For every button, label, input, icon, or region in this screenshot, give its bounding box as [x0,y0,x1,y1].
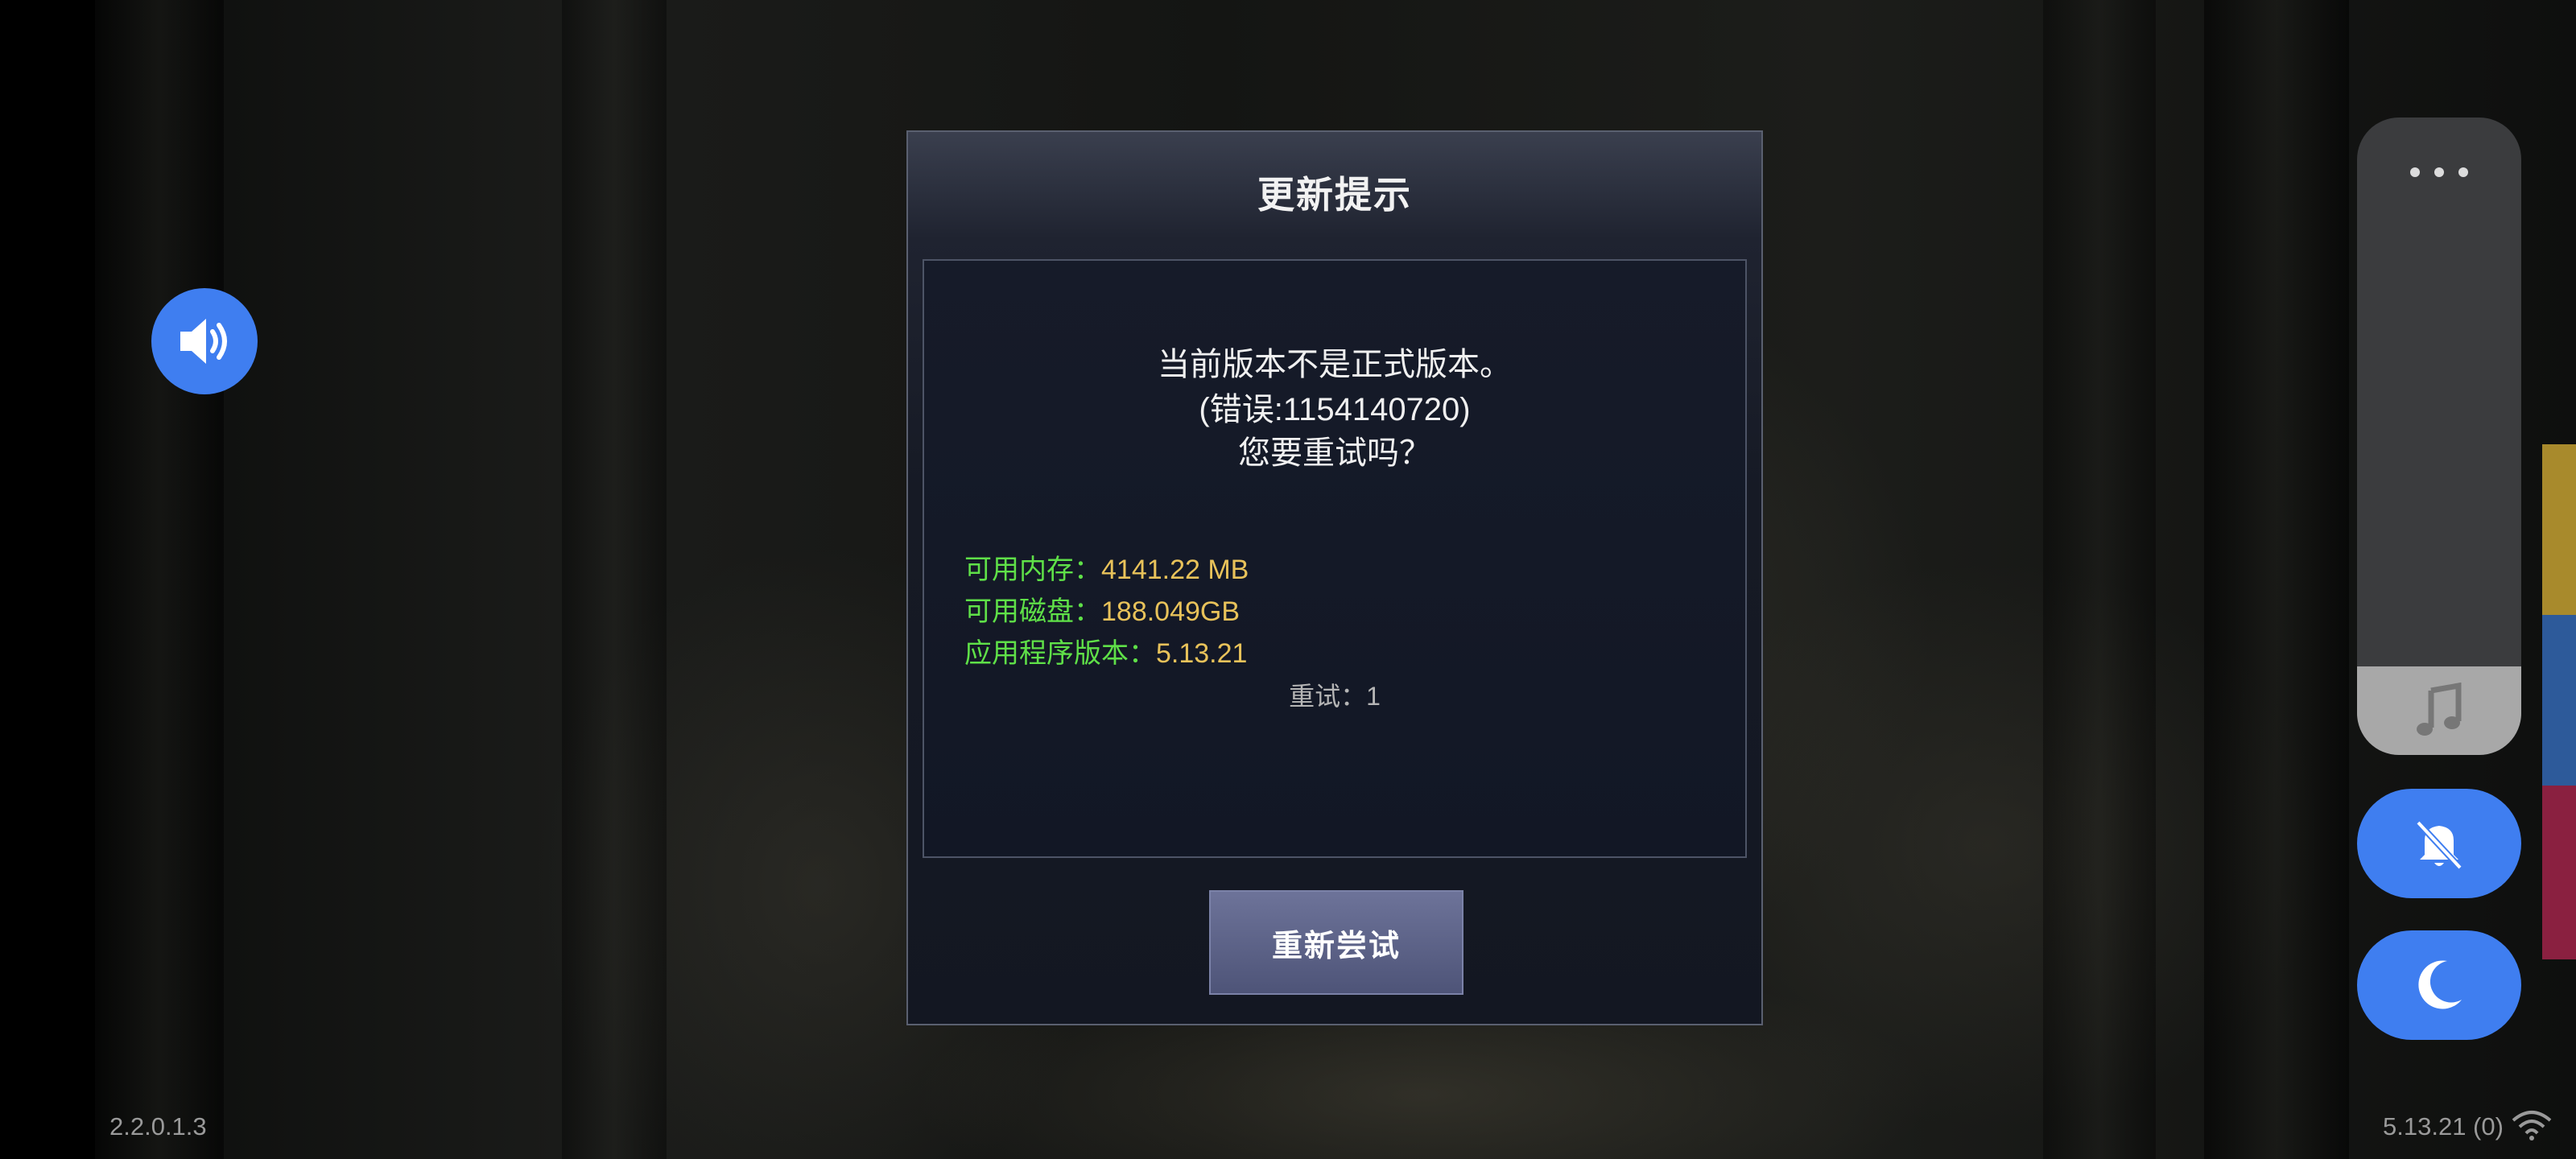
game-screen: 更新提示 当前版本不是正式版本。 (错误:1154140720) 您要重试吗？ … [0,0,2576,1159]
more-icon[interactable] [2410,164,2468,180]
mute-bell-icon [2416,820,2462,870]
retry-button[interactable]: 重新尝试 [1209,890,1463,995]
sound-toggle-button[interactable] [151,288,258,394]
update-prompt-dialog: 更新提示 当前版本不是正式版本。 (错误:1154140720) 您要重试吗？ … [906,130,1763,1025]
music-note-icon [2417,683,2462,736]
error-code: (错误:1154140720) [1199,392,1471,427]
retry-question: 您要重试吗？ [1238,435,1431,471]
moon-icon [2418,960,2462,1009]
info-value: 188.049GB [1101,596,1241,627]
music-section[interactable] [2357,666,2521,755]
info-label: 可用磁盘： [964,596,1101,627]
color-strip [2542,444,2576,959]
floating-side-panel [2357,118,2521,755]
available-memory: 可用内存：4141.22 MB [964,547,1249,587]
info-value: 5.13.21 [1156,638,1248,669]
available-disk: 可用磁盘：188.049GB [964,589,1240,629]
volume-icon [180,319,227,364]
night-mode-button[interactable] [2357,930,2521,1040]
dialog-title: 更新提示 [1257,174,1412,216]
launcher-version: 2.2.0.1.3 [109,1112,207,1140]
info-value: 4141.22 MB [1101,555,1249,585]
message-line: 当前版本不是正式版本。 [1158,347,1512,382]
dialog-body: 当前版本不是正式版本。 (错误:1154140720) 您要重试吗？ 可用内存：… [923,259,1747,858]
mute-notifications-button[interactable] [2357,789,2521,898]
app-version: 应用程序版本：5.13.21 [964,631,1247,670]
info-label: 可用内存： [964,555,1101,585]
game-version: 5.13.21 (0) [2383,1112,2504,1140]
wifi-icon [2512,1111,2552,1140]
info-label: 应用程序版本： [964,638,1156,669]
retry-count: 重试：1 [1289,682,1381,711]
